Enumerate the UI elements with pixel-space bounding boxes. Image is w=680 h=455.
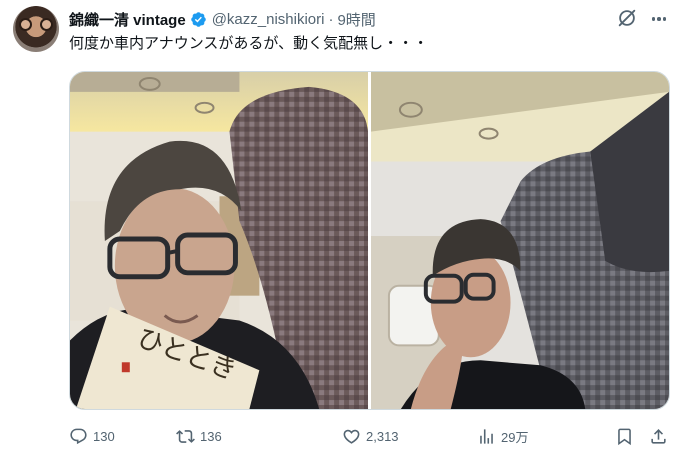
photo-selfie-with-book[interactable]: ひととき [70,72,368,409]
more-icon[interactable] [648,8,670,30]
bookmark-button[interactable] [615,424,634,448]
reply-icon [70,428,87,444]
views-button[interactable]: 29万 [477,424,528,448]
tweet-media[interactable]: ひととき [69,71,670,410]
avatar-hand-right [40,18,53,31]
user-handle[interactable]: @kazz_nishikiori [212,11,325,28]
avatar[interactable] [13,6,59,52]
repost-icon [176,429,195,443]
reply-count: 130 [93,428,115,444]
bookmark-icon [618,428,631,445]
avatar-hand-left [19,18,32,31]
separator-dot: · [328,10,334,28]
display-name[interactable]: 錦織一清 vintage [69,9,186,30]
share-icon [651,428,666,444]
timestamp[interactable]: 9時間 [337,9,375,30]
views-icon [480,428,493,444]
photo-profile-in-train[interactable] [371,72,669,409]
repost-button[interactable]: 136 [176,424,222,448]
view-count: 29万 [501,429,529,445]
action-bar: 130 136 2,313 29万 [69,424,670,448]
tweet-header: 錦織一清 vintage @kazz_nishikiori · 9時間 [69,8,376,30]
like-count: 2,313 [366,428,399,444]
like-button[interactable]: 2,313 [342,424,399,448]
tweet-text: 何度か車内アナウンスがあるが、動く気配無し・・・ [69,35,429,52]
share-button[interactable] [649,424,668,448]
like-icon [343,429,360,444]
repost-count: 136 [200,428,222,444]
reply-button[interactable]: 130 [69,424,115,448]
verified-badge-icon [190,11,206,27]
grok-icon[interactable] [616,7,638,29]
